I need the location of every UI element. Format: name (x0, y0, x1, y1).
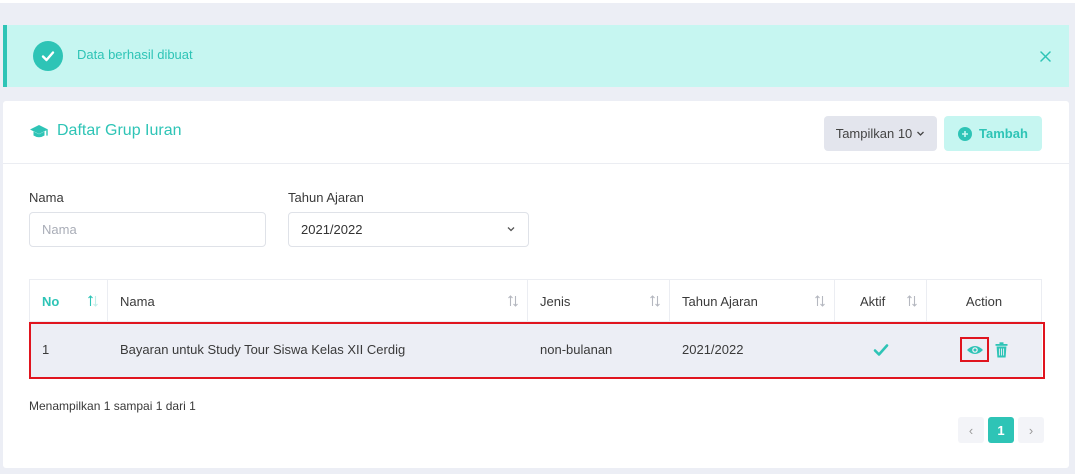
card-header: Daftar Grup Iuran Tampilkan 10 Tambah (3, 101, 1069, 164)
alert-message: Data berhasil dibuat (77, 47, 193, 62)
column-tahun-ajaran[interactable]: Tahun Ajaran (670, 280, 835, 322)
show-entries-label: Tampilkan 10 (835, 126, 913, 141)
cell-tahun-ajaran: 2021/2022 (682, 342, 744, 357)
sort-icon (815, 295, 825, 307)
cell-nama: Bayaran untuk Study Tour Siswa Kelas XII… (120, 342, 406, 357)
card-title: Daftar Grup Iuran (57, 122, 182, 139)
table-header: No Nama Jenis Tahun Ajaran Aktif Action (30, 280, 1041, 322)
prev-page-button[interactable]: ‹ (958, 417, 984, 443)
table-row: 1 Bayaran untuk Study Tour Siswa Kelas X… (30, 322, 1041, 377)
group-table: No Nama Jenis Tahun Ajaran Aktif Action (29, 279, 1042, 377)
pagination: ‹ 1 › (958, 417, 1044, 443)
plus-circle-icon (958, 126, 973, 141)
nama-input[interactable] (29, 212, 266, 247)
show-entries-dropdown[interactable]: Tampilkan 10 (824, 116, 937, 151)
tahun-ajaran-value: 2021/2022 (301, 222, 363, 237)
top-strip (0, 0, 1075, 3)
check-icon (873, 343, 889, 356)
column-aktif[interactable]: Aktif (835, 280, 927, 322)
tahun-ajaran-select[interactable]: 2021/2022 (288, 212, 529, 247)
sort-icon (907, 295, 917, 307)
cell-jenis: non-bulanan (540, 342, 613, 357)
close-icon[interactable] (1035, 46, 1055, 66)
page-1-button[interactable]: 1 (988, 417, 1014, 443)
success-alert: Data berhasil dibuat (3, 25, 1069, 87)
add-button[interactable]: Tambah (944, 116, 1042, 151)
column-jenis[interactable]: Jenis (528, 280, 670, 322)
column-no[interactable]: No (30, 280, 108, 322)
sort-icon (88, 295, 98, 307)
nama-label: Nama (29, 190, 64, 205)
group-list-card: Daftar Grup Iuran Tampilkan 10 Tambah Na… (3, 101, 1069, 468)
cell-action (927, 322, 1041, 377)
column-action: Action (965, 293, 1003, 309)
eye-icon[interactable] (960, 337, 989, 362)
graduation-cap-icon (29, 124, 49, 140)
tahun-ajaran-label: Tahun Ajaran (288, 190, 364, 205)
sort-icon (650, 295, 660, 307)
cell-aktif (835, 322, 927, 377)
chevron-down-icon (507, 227, 515, 232)
cell-no: 1 (42, 342, 50, 357)
column-nama[interactable]: Nama (108, 280, 528, 322)
next-page-button[interactable]: › (1018, 417, 1044, 443)
check-circle-icon (33, 41, 63, 71)
pagination-info: Menampilkan 1 sampai 1 dari 1 (29, 399, 196, 413)
sort-icon (508, 295, 518, 307)
add-button-label: Tambah (979, 126, 1028, 141)
chevron-down-icon (917, 131, 925, 136)
trash-icon[interactable] (995, 341, 1008, 358)
